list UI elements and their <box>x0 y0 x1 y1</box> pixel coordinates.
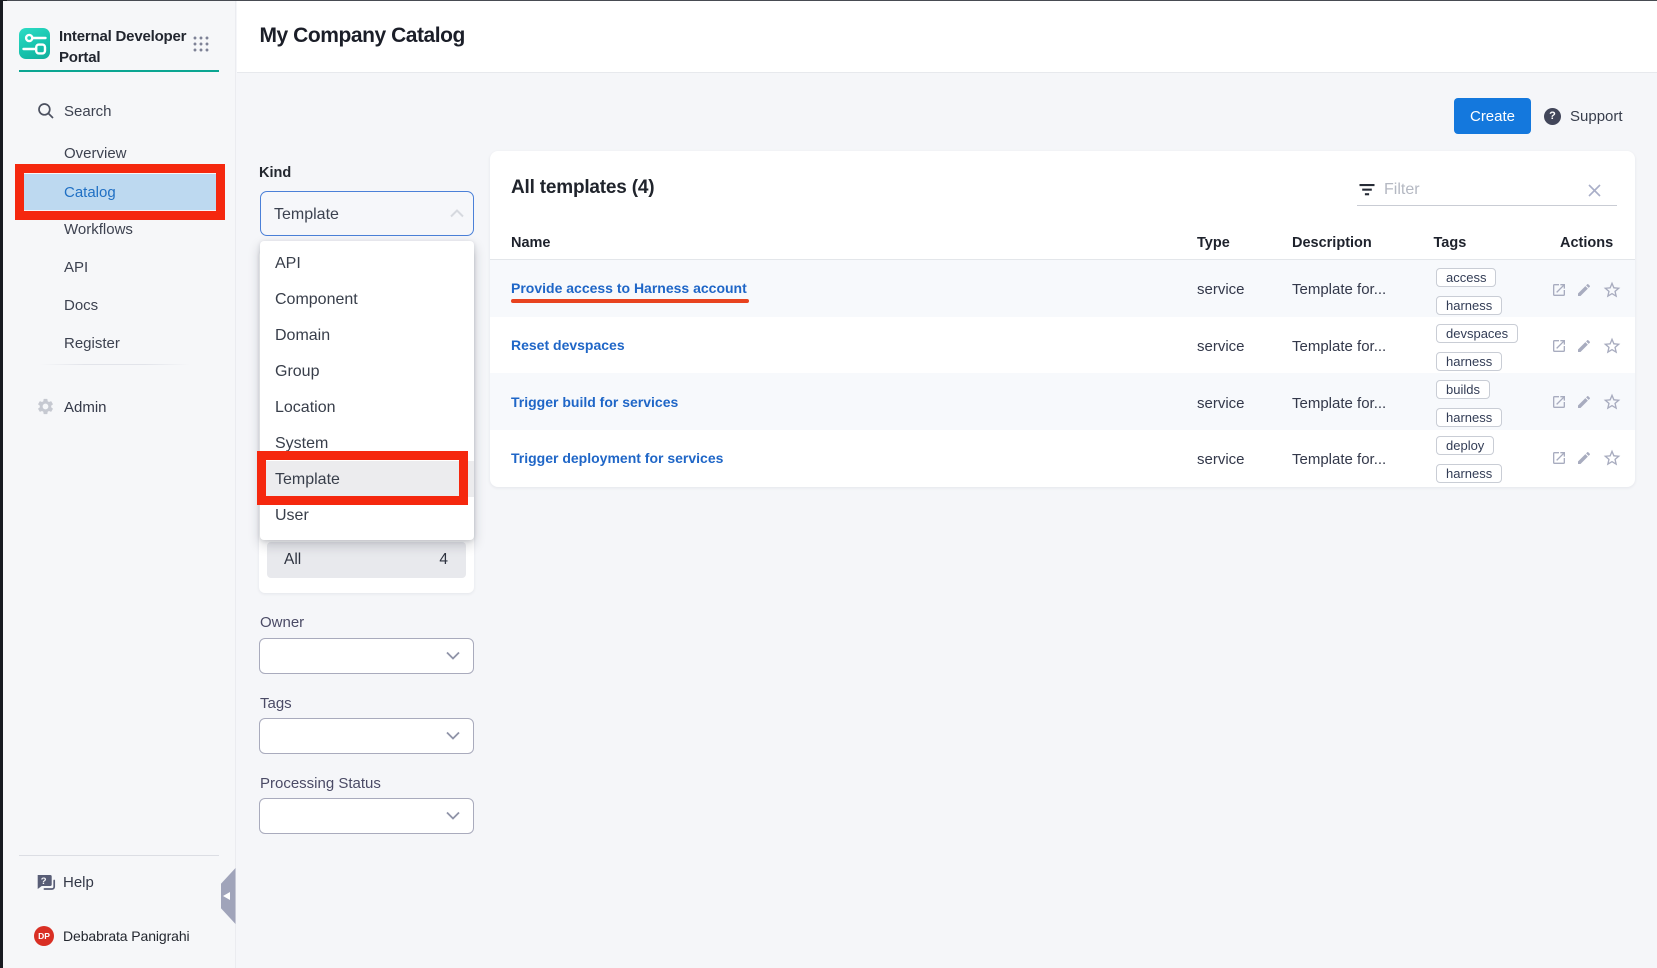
svg-text:?: ? <box>41 876 47 887</box>
